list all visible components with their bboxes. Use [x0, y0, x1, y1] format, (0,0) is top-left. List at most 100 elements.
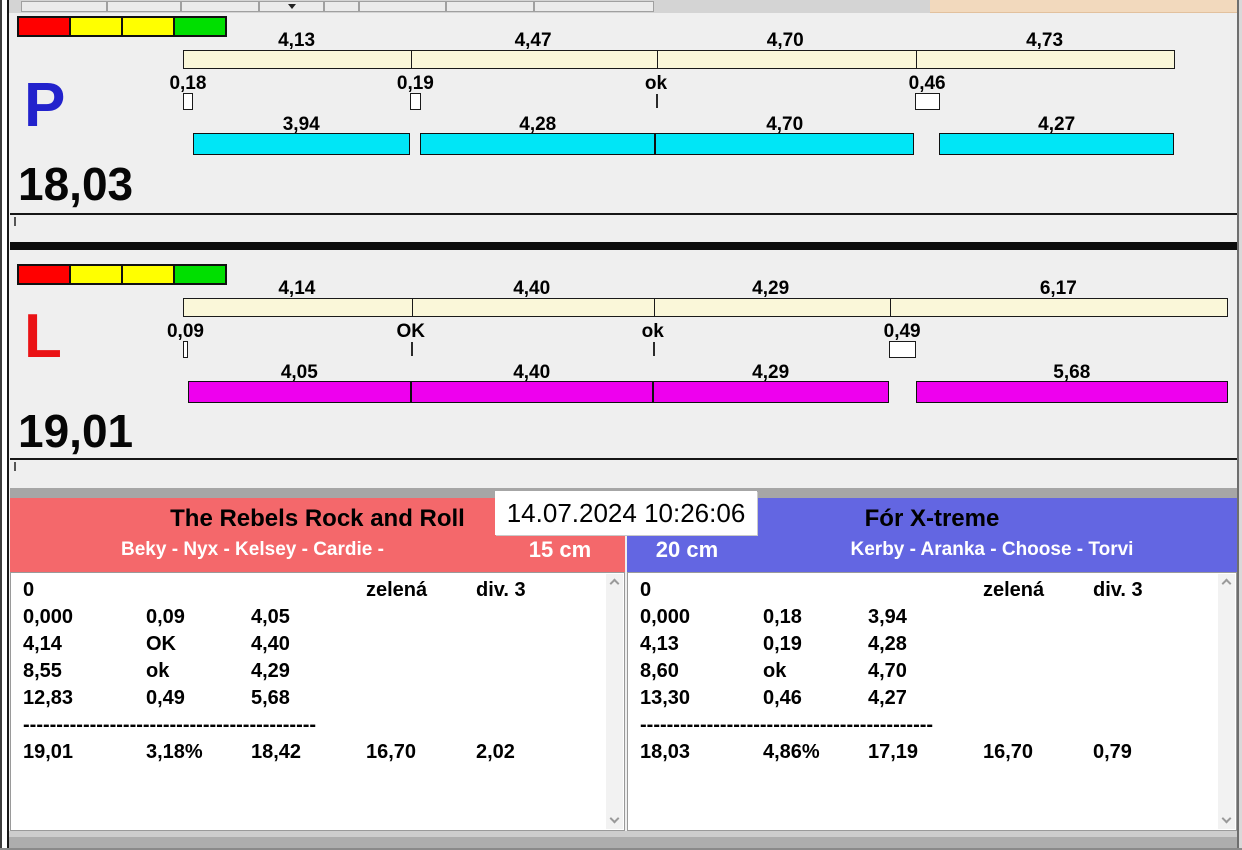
exchange-time-label: 0,46 [908, 73, 946, 94]
table-cell [366, 631, 476, 658]
table-row: 0 zelená div. 3 [11, 577, 604, 604]
results-text: 0 zelená div. 3 0,000 0,18 3,94 4,13 0,19 4,28 8,… [628, 577, 1216, 766]
table-cell: OK [146, 633, 176, 655]
run-bar-segment [192, 133, 410, 155]
run-bar-segment [915, 381, 1228, 403]
table-cell: 0 [640, 579, 652, 601]
table-row: 4,13 0,19 4,28 [628, 631, 1216, 658]
jump-height-badge: 15 cm [528, 537, 592, 562]
table-row: 19,01 3,18% 18,42 16,70 2,02 [11, 739, 604, 766]
table-cell [868, 577, 983, 604]
run-bar-segment [410, 381, 653, 403]
scrollbar[interactable] [1218, 574, 1235, 829]
scroll-up-icon[interactable] [1218, 574, 1235, 591]
lane-p-panel: P 4,13 4,47 4,70 4,73 0,18 0,19 ok 0,46 3,94 4,28… [10, 13, 1237, 242]
exchange-ok-tick [652, 342, 655, 356]
split-boundary-tick [411, 299, 413, 316]
toolbar-segment [21, 1, 107, 12]
split-time-label: 4,29 [752, 278, 790, 299]
table-cell: 4,29 [251, 660, 290, 682]
table-cell [251, 577, 366, 604]
scrollbar[interactable] [606, 574, 623, 829]
scroll-down-icon[interactable] [1218, 812, 1235, 829]
table-separator: ----------------------------------------… [23, 714, 317, 736]
exchange-loss-box [888, 341, 916, 358]
table-cell [146, 577, 251, 604]
toolbar-tan-area [930, 0, 1237, 13]
dropdown-caret-icon[interactable] [288, 4, 296, 9]
scroll-up-icon[interactable] [606, 574, 623, 591]
run-bar-segment [652, 381, 889, 403]
table-cell: zelená [366, 579, 428, 601]
status-strip-caret [14, 462, 16, 471]
table-cell: 19,01 [23, 741, 74, 763]
split-boundary-tick [889, 299, 891, 316]
exchange-time-label: OK [396, 321, 425, 342]
lane-letter: P [24, 71, 66, 140]
table-cell: 18,42 [251, 741, 302, 763]
traffic-light [69, 264, 123, 285]
table-cell: 0,000 [23, 606, 74, 628]
exchange-loss-box [410, 93, 421, 110]
lane-divider [10, 242, 1237, 250]
toolbar-segment [107, 1, 181, 12]
exchange-loss-box [914, 93, 940, 110]
table-cell: 5,68 [251, 687, 290, 709]
table-cell [983, 658, 1093, 685]
split-boundary-tick [411, 51, 413, 68]
table-cell [476, 685, 604, 712]
window-left-border [0, 0, 9, 850]
exchange-time-label: 0,19 [396, 73, 434, 94]
table-cell: 2,02 [476, 741, 515, 763]
exchange-time-label: 0,18 [169, 73, 207, 94]
split-bar [183, 50, 1175, 69]
table-cell [366, 604, 476, 631]
table-cell: 4,28 [868, 633, 907, 655]
table-cell: div. 3 [1093, 579, 1143, 601]
table-separator: ----------------------------------------… [640, 714, 934, 736]
table-cell [1093, 631, 1216, 658]
results-text: 0 zelená div. 3 0,000 0,09 4,05 4,14 OK 4,40 8,55… [11, 577, 604, 766]
lane-total-time: 18,03 [18, 158, 134, 210]
table-row: 18,03 4,86% 17,19 16,70 0,79 [628, 739, 1216, 766]
table-cell [366, 658, 476, 685]
traffic-light [69, 16, 123, 37]
table-cell: 0,19 [763, 633, 802, 655]
table-cell: 3,18% [146, 741, 203, 763]
exchange-ok-tick [656, 94, 658, 108]
split-time-label: 6,17 [1039, 278, 1077, 299]
window-top-strip [9, 0, 1237, 13]
lane-l-panel: L 4,14 4,40 4,29 6,17 0,09 OK ok 0,49 4,05 4,40 4,… [10, 250, 1237, 488]
table-cell: 16,70 [366, 741, 417, 763]
panel-separator-line [10, 213, 1237, 215]
table-row: 4,14 OK 4,40 [11, 631, 604, 658]
split-bar [183, 298, 1228, 317]
traffic-light [121, 264, 175, 285]
table-cell [1093, 604, 1216, 631]
scroll-down-icon[interactable] [606, 812, 623, 829]
lane-track: 4,14 4,40 4,29 6,17 0,09 OK ok 0,49 4,05 4,40 4,29… [167, 250, 1237, 488]
split-time-label: 4,14 [278, 278, 316, 299]
split-time-label: 4,13 [278, 30, 316, 51]
exchange-loss-box [183, 341, 188, 358]
table-cell: 4,05 [251, 606, 290, 628]
table-row: 0 zelená div. 3 [628, 577, 1216, 604]
table-cell [983, 685, 1093, 712]
traffic-light [121, 16, 175, 37]
panel-separator-line [10, 458, 1237, 460]
toolbar-segment [359, 1, 446, 12]
run-bar-segment [939, 133, 1175, 155]
table-cell: 4,70 [868, 660, 907, 682]
table-cell: 4,27 [868, 687, 907, 709]
table-row: 8,55 ok 4,29 [11, 658, 604, 685]
table-cell [476, 604, 604, 631]
split-time-label: 4,73 [1026, 30, 1064, 51]
table-cell [1093, 685, 1216, 712]
table-cell: 12,83 [23, 687, 74, 709]
table-cell: 0,000 [640, 606, 691, 628]
table-cell: div. 3 [476, 579, 526, 601]
scoreboard: The Rebels Rock and Roll Beky - Nyx - Ke… [10, 491, 1237, 831]
traffic-light [17, 264, 71, 285]
timing-app-window: P 4,13 4,47 4,70 4,73 0,18 0,19 ok 0,46 3,94 4,28… [0, 0, 1242, 850]
run-bar-segment [420, 133, 656, 155]
